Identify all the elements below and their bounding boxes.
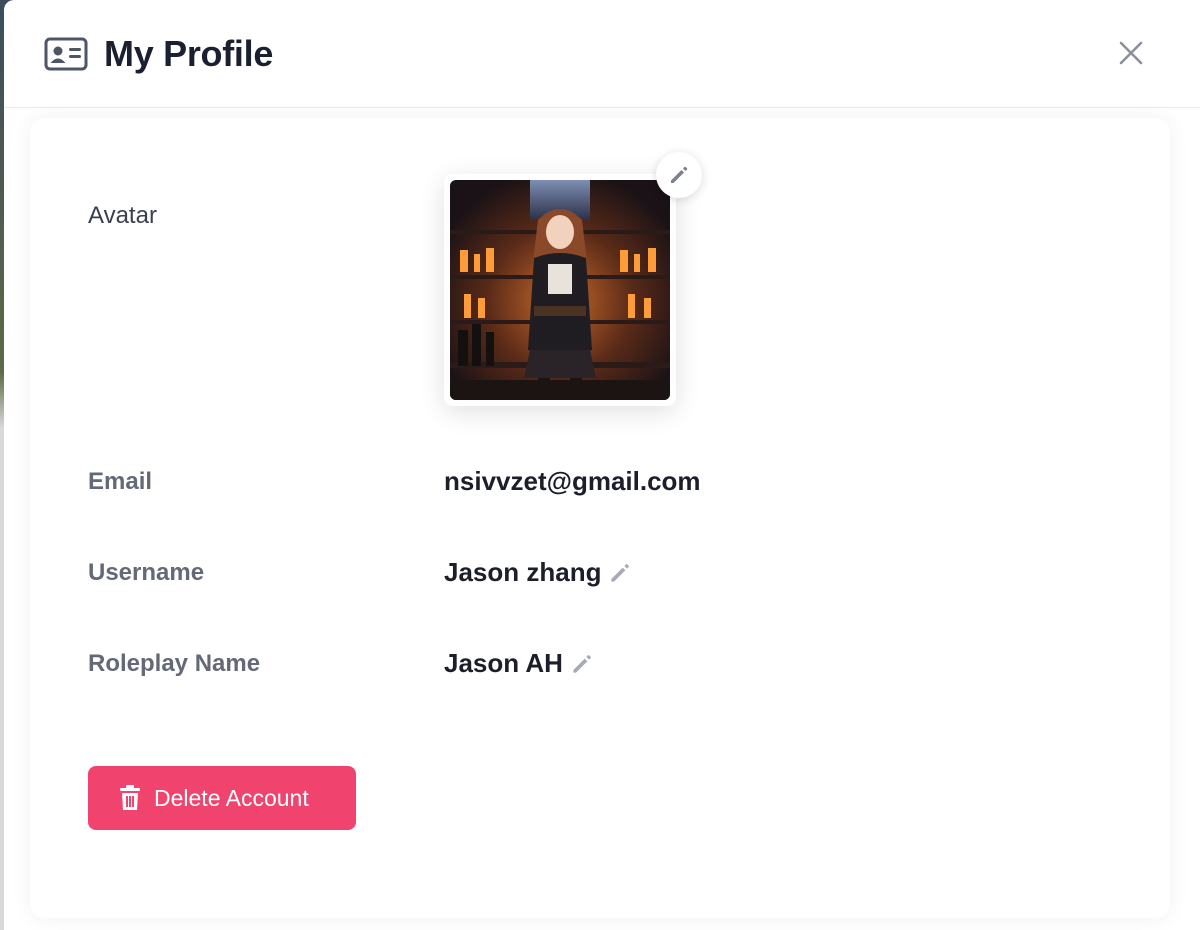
pencil-icon [671,166,688,183]
roleplay-name-text: Jason AH [444,648,563,678]
avatar-image [450,180,670,400]
delete-account-button[interactable]: Delete Account [88,766,356,830]
modal-title: My Profile [104,32,274,74]
delete-account-label: Delete Account [154,784,309,811]
email-value: nsivvzet@gmail.com [444,466,701,497]
trash-icon [118,785,142,811]
profile-card: Avatar Email nsivvzet@gmail.com Username… [30,118,1170,918]
username-value: Jason zhang [444,557,633,588]
avatar[interactable] [444,174,676,406]
username-text: Jason zhang [444,557,602,587]
id-card-icon [44,37,88,71]
username-label: Username [88,559,205,586]
modal-header: My Profile [4,0,1200,108]
edit-username-icon[interactable] [607,560,633,586]
edit-roleplay-name-icon[interactable] [569,651,595,677]
profile-modal: My Profile Avatar Email nsivvzet@gmail.c… [4,0,1200,930]
roleplay-name-label: Roleplay Name [88,650,261,677]
avatar-edit-button[interactable] [656,152,702,198]
avatar-label: Avatar [88,202,157,229]
email-label: Email [88,468,153,495]
email-text: nsivvzet@gmail.com [444,466,701,496]
roleplay-name-value: Jason AH [444,648,595,679]
close-icon[interactable] [1114,36,1148,70]
